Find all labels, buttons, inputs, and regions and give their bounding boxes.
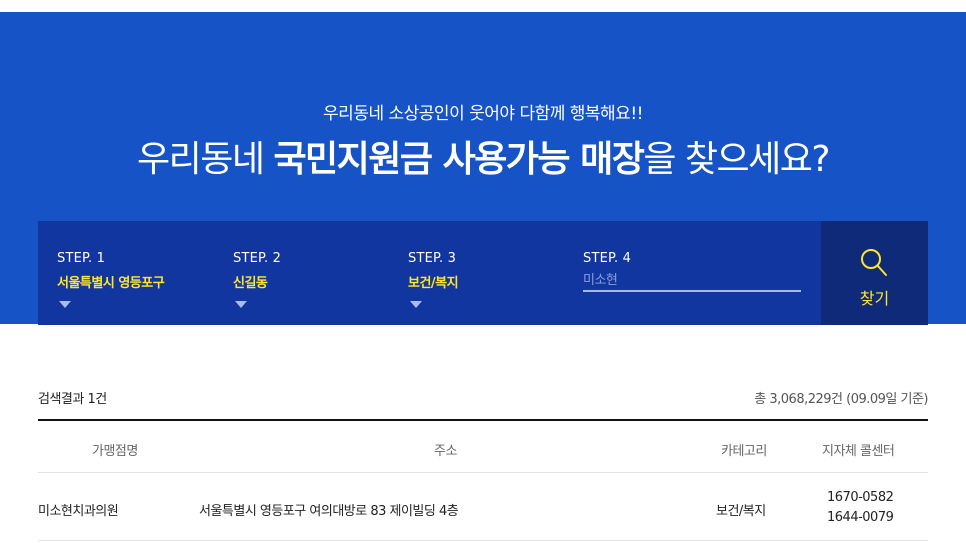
hero-title: 우리동네 국민지원금 사용가능 매장을 찾으세요? (0, 130, 966, 182)
total-count: 총 3,068,229건 (09.09일 기준) (754, 392, 928, 407)
call-center-phone-1: 1670-0582 (827, 490, 894, 505)
store-address: 서울특별시 영등포구 여의대방로 83 제이빌딩 4층 (199, 504, 459, 519)
step-1-value: 서울특별시 영등포구 (57, 276, 165, 291)
hero-title-bold: 국민지원금 사용가능 매장 (273, 139, 644, 180)
store-name-input[interactable] (583, 270, 801, 292)
header-category: 카테고리 (721, 444, 767, 459)
hero-subtitle: 우리동네 소상공인이 웃어야 다함께 행복해요!! (323, 104, 643, 124)
step-3-label: STEP. 3 (408, 251, 457, 266)
step-4-store-search: STEP. 4 (583, 251, 801, 292)
search-button-label: 찾기 (859, 289, 890, 308)
store-category: 보건/복지 (716, 504, 766, 519)
step-1-label: STEP. 1 (57, 251, 106, 266)
header-divider (38, 472, 928, 473)
result-count: 검색결과 1건 (38, 392, 107, 407)
table-top-border (38, 419, 928, 421)
header-store-name: 가맹점명 (92, 444, 138, 459)
store-name: 미소현치과의원 (38, 504, 119, 519)
row-divider (38, 540, 928, 541)
step-4-label: STEP. 4 (583, 251, 632, 266)
caret-down-icon[interactable] (59, 301, 71, 308)
search-icon (861, 249, 887, 276)
header-call-center: 지자체 콜센터 (822, 444, 895, 459)
hero-title-part2: 을 찾으세요? (643, 139, 830, 180)
hero-title-part1: 우리동네 (137, 139, 274, 180)
step-3-value: 보건/복지 (408, 276, 459, 291)
step-2-label: STEP. 2 (233, 251, 282, 266)
step-2-value: 신길동 (233, 276, 268, 291)
step-1-region-select[interactable]: STEP. 1 서울특별시 영등포구 (57, 251, 165, 308)
caret-down-icon[interactable] (235, 301, 247, 308)
header-address: 주소 (434, 444, 457, 459)
search-button[interactable]: 찾기 (821, 221, 928, 325)
caret-down-icon[interactable] (410, 301, 422, 308)
call-center-phone-2: 1644-0079 (827, 510, 894, 525)
step-3-category-select[interactable]: STEP. 3 보건/복지 (408, 251, 459, 308)
step-selector-bar: STEP. 1 서울특별시 영등포구 STEP. 2 신길동 STEP. 3 보… (38, 221, 928, 325)
step-2-dong-select[interactable]: STEP. 2 신길동 (233, 251, 281, 308)
